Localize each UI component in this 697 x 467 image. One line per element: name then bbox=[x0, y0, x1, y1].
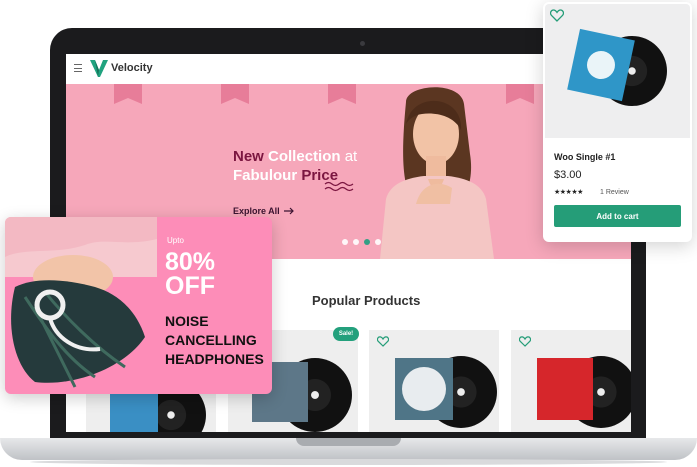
promo-discount: 80% OFF bbox=[165, 248, 216, 300]
promo-upto: Upto bbox=[167, 236, 184, 245]
laptop-shadow bbox=[30, 459, 667, 465]
heart-icon[interactable] bbox=[519, 336, 531, 347]
heart-icon[interactable] bbox=[550, 9, 564, 22]
album-cover bbox=[537, 358, 593, 420]
review-count[interactable]: 1 Review bbox=[600, 189, 629, 196]
promo-line: CANCELLING bbox=[165, 332, 257, 348]
promo-banner[interactable]: Upto 80% OFF NOISE CANCELLING HEADPHONES bbox=[5, 217, 272, 394]
menu-icon[interactable] bbox=[74, 64, 82, 73]
promo-line: NOISE bbox=[165, 313, 209, 329]
rating-stars-icon: ★★★★★ bbox=[554, 189, 583, 196]
slider-dot[interactable] bbox=[342, 239, 348, 245]
promo-line: HEADPHONES bbox=[165, 351, 264, 367]
album-cover bbox=[110, 390, 158, 432]
product-card[interactable] bbox=[511, 330, 631, 432]
heart-icon[interactable] bbox=[377, 336, 389, 347]
promo-product-name: NOISE CANCELLING HEADPHONES bbox=[165, 312, 269, 369]
decor-flag bbox=[114, 84, 142, 104]
decor-flag bbox=[221, 84, 249, 104]
explore-all-label: Explore All bbox=[233, 206, 280, 216]
product-image[interactable] bbox=[545, 4, 690, 138]
product-card-woo-single: Woo Single #1 $3.00 ★★★★★ 1 Review Add t… bbox=[543, 2, 692, 242]
slider-dot[interactable] bbox=[375, 239, 381, 245]
slider-dot[interactable] bbox=[353, 239, 359, 245]
logo-icon[interactable] bbox=[90, 58, 108, 78]
hero-title-word: New bbox=[233, 148, 264, 165]
product-card[interactable] bbox=[369, 330, 499, 432]
headphones-model-image bbox=[5, 217, 157, 388]
laptop-camera bbox=[360, 41, 365, 46]
promo-percent: 80% bbox=[165, 248, 216, 276]
album-cover-circle bbox=[402, 367, 446, 411]
popular-products-title: Popular Products bbox=[312, 293, 421, 308]
slider-dots bbox=[342, 239, 381, 245]
hero-title: New Collection at Fabulour Price bbox=[233, 147, 357, 185]
promo-off: OFF bbox=[165, 272, 215, 300]
laptop-notch bbox=[296, 438, 401, 446]
sale-badge: Sale! bbox=[333, 327, 359, 341]
slider-dot-active[interactable] bbox=[364, 239, 370, 245]
product-name[interactable]: Woo Single #1 bbox=[554, 152, 615, 162]
hero-model-image bbox=[380, 87, 494, 259]
product-price: $3.00 bbox=[554, 169, 582, 181]
decor-flag bbox=[506, 84, 534, 104]
hero-title-word: Collection bbox=[268, 148, 341, 165]
add-to-cart-button[interactable]: Add to cart bbox=[554, 205, 681, 227]
stage: Velocity New Collection at Fabulour Pric… bbox=[0, 0, 697, 467]
decor-flag bbox=[328, 84, 356, 104]
arrow-right-icon bbox=[283, 207, 294, 215]
hero-title-word: Fabulour bbox=[233, 167, 298, 184]
explore-all-link[interactable]: Explore All bbox=[233, 206, 295, 216]
wavy-underline-icon bbox=[324, 181, 354, 192]
brand-name[interactable]: Velocity bbox=[111, 62, 153, 74]
hero-title-word: at bbox=[344, 148, 358, 165]
